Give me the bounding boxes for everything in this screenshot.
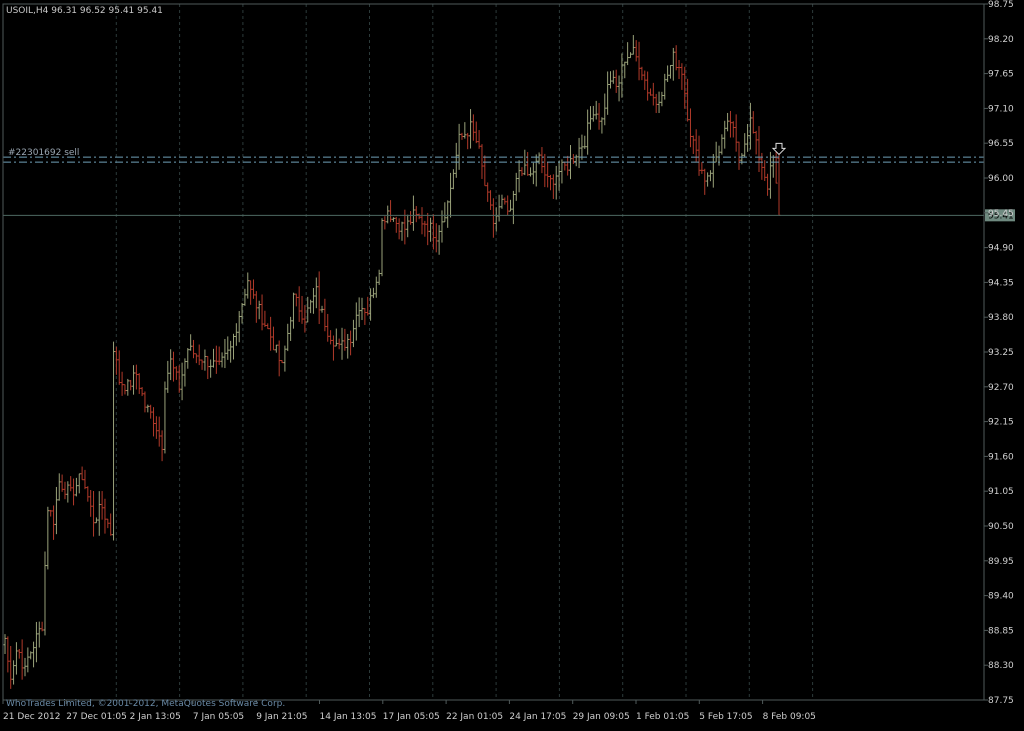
x-tick-label: 8 Feb 09:05 <box>763 712 816 722</box>
chart-background <box>0 0 1024 727</box>
y-tick-label: 93.25 <box>988 348 1014 358</box>
y-tick-label: 90.50 <box>988 522 1014 532</box>
y-tick-label: 98.75 <box>988 0 1014 10</box>
chart-canvas[interactable]: 95.41 98.7598.2097.6597.1096.5596.0095.4… <box>0 0 1024 727</box>
y-tick-label: 89.95 <box>988 557 1014 567</box>
x-tick-label: 1 Feb 01:05 <box>636 712 689 722</box>
y-tick-label: 91.05 <box>988 487 1014 497</box>
y-tick-label: 87.75 <box>988 696 1014 706</box>
y-tick-label: 95.45 <box>988 209 1014 219</box>
y-tick-label: 97.10 <box>988 104 1014 114</box>
y-tick-label: 93.80 <box>988 313 1014 323</box>
y-tick-label: 96.00 <box>988 174 1014 184</box>
y-tick-label: 96.55 <box>988 139 1014 149</box>
x-tick-label: 5 Feb 17:05 <box>699 712 752 722</box>
y-tick-label: 88.85 <box>988 626 1014 636</box>
x-tick-label: 2 Jan 13:05 <box>130 712 181 722</box>
x-tick-label: 17 Jan 05:05 <box>383 712 440 722</box>
y-tick-label: 89.40 <box>988 592 1014 602</box>
y-tick-label: 91.60 <box>988 452 1014 462</box>
y-tick-label: 92.15 <box>988 418 1014 428</box>
price-chart[interactable]: 95.41 98.75 98.20 97.65 97.10 96.55 96.00 95.4… <box>0 0 1024 727</box>
x-tick-label: 7 Jan 05:05 <box>193 712 244 722</box>
x-tick-label: 24 Jan 17:05 <box>509 712 566 722</box>
order-label: #22301692 sell <box>8 148 79 158</box>
symbol-ohlc-header: USOIL,H4 96.31 96.52 95.41 95.41 <box>6 6 163 16</box>
x-tick-label: 21 Dec 2012 <box>3 712 61 722</box>
y-tick-label: 94.90 <box>988 244 1014 254</box>
y-tick-label: 92.70 <box>988 383 1014 393</box>
x-tick-label: 29 Jan 09:05 <box>573 712 630 722</box>
x-tick-label: 14 Jan 13:05 <box>320 712 377 722</box>
x-tick-label: 9 Jan 21:05 <box>256 712 307 722</box>
y-tick-label: 98.20 <box>988 35 1014 45</box>
y-tick-label: 88.30 <box>988 661 1014 671</box>
copyright-text: WhoTrades Limited, ©2001-2012, MetaQuote… <box>6 699 285 709</box>
x-tick-label: 22 Jan 01:05 <box>446 712 503 722</box>
y-tick-label: 94.35 <box>988 278 1014 288</box>
x-tick-label: 27 Dec 01:05 <box>66 712 127 722</box>
y-tick-label: 97.65 <box>988 70 1014 80</box>
